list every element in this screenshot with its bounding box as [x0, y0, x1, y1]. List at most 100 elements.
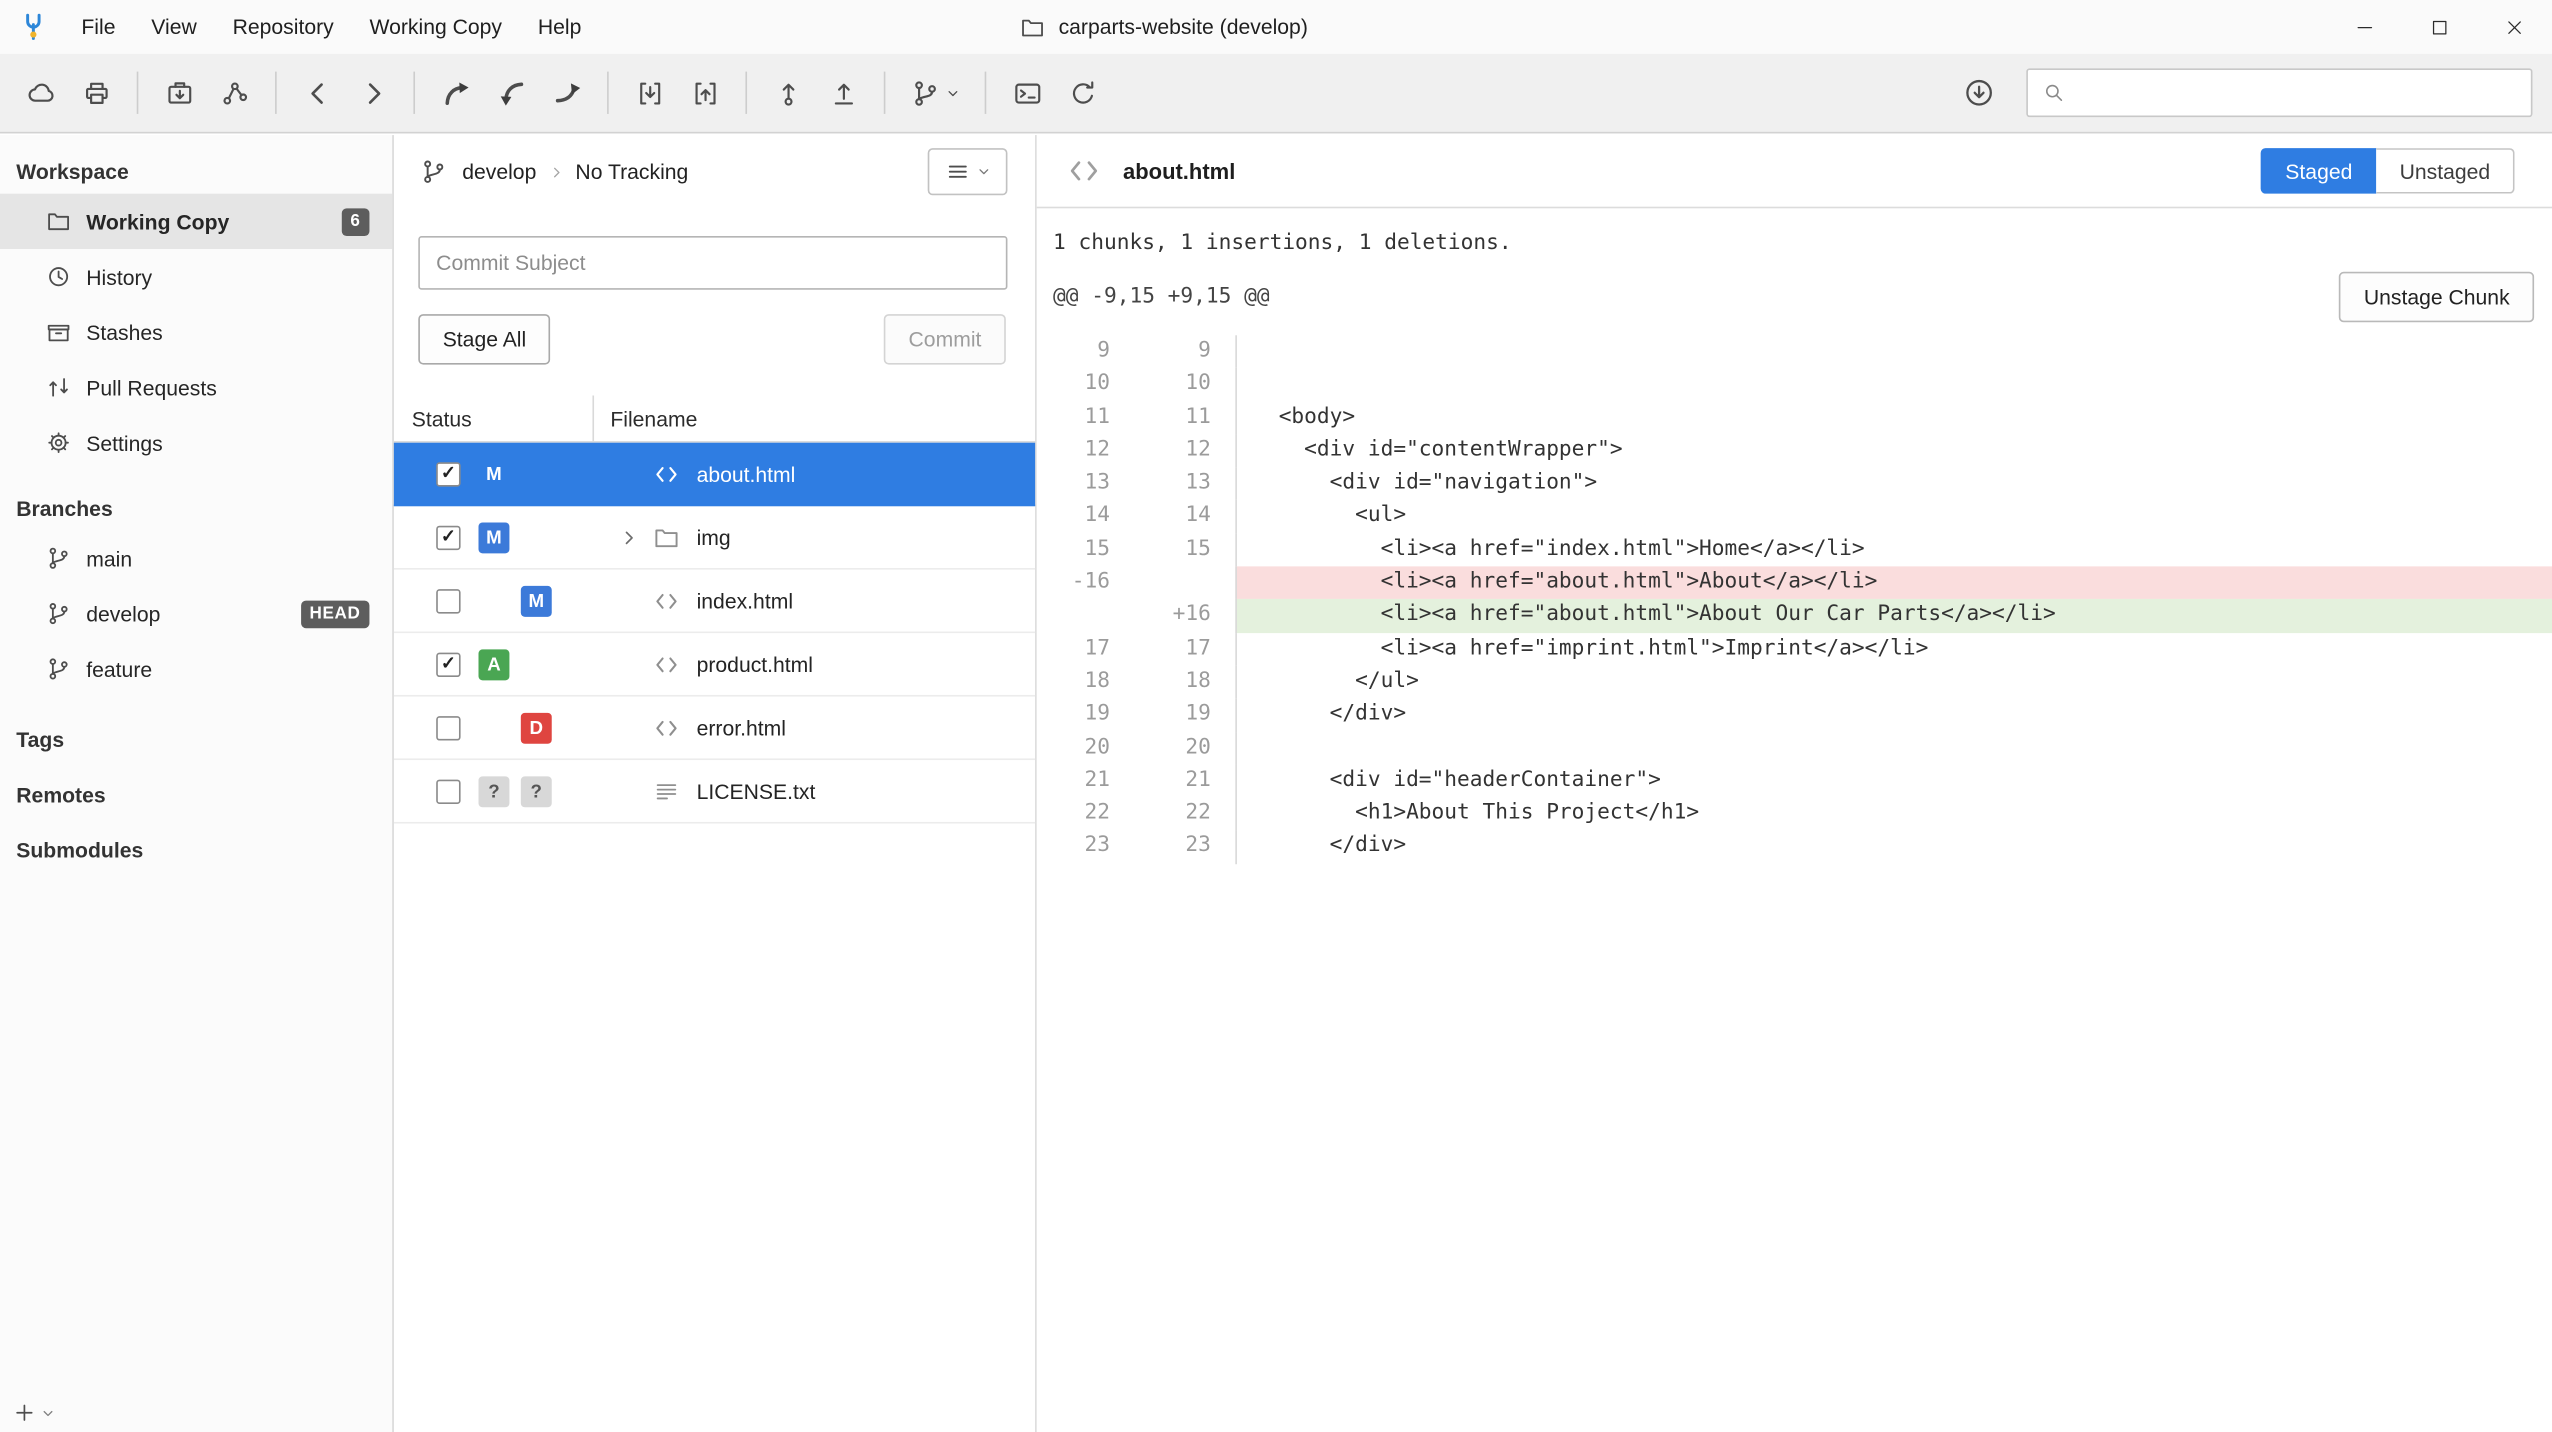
sidebar-item-working-copy[interactable]: Working Copy6 [0, 194, 392, 249]
download-button[interactable] [1955, 65, 2004, 120]
search-box[interactable] [2026, 68, 2532, 117]
commit-graph-button[interactable] [210, 65, 259, 120]
branch-icon [46, 601, 72, 627]
sidebar-item-label: develop [86, 601, 300, 625]
staged-tab[interactable]: Staged [2261, 148, 2377, 194]
new-line-number [1110, 567, 1211, 600]
stage-checkbox[interactable] [436, 462, 460, 486]
menu-repository[interactable]: Repository [215, 0, 352, 54]
status-badge-a: A [478, 649, 509, 680]
back-button[interactable] [293, 65, 342, 120]
stage-checkbox[interactable] [436, 780, 460, 804]
arrow-up-from-line-button[interactable] [819, 65, 868, 120]
sidebar-item-feature[interactable]: feature [0, 641, 392, 696]
diff-line: -16 <li><a href="about.html">About</a></… [1037, 567, 2552, 600]
file-name: img [697, 506, 731, 569]
remotes-section[interactable]: Remotes [0, 767, 392, 822]
terminal-icon [1012, 77, 1043, 108]
stage-all-button[interactable]: Stage All [418, 314, 550, 364]
stage-checkbox[interactable] [436, 589, 460, 613]
sidebar-item-develop[interactable]: developHEAD [0, 586, 392, 641]
branch-items: maindevelopHEADfeature [0, 531, 392, 697]
diff-line: 2020 [1037, 732, 2552, 765]
print-button[interactable] [72, 65, 121, 120]
fetch-icon [440, 77, 471, 108]
search-input[interactable] [2077, 81, 2516, 105]
menu-view[interactable]: View [133, 0, 214, 54]
stage-checkbox[interactable] [436, 716, 460, 740]
commit-options-button[interactable] [928, 148, 1008, 195]
close-button[interactable] [2477, 0, 2552, 54]
unstaged-tab[interactable]: Unstaged [2377, 148, 2515, 194]
forward-button[interactable] [348, 65, 397, 120]
sidebar-item-label: Settings [86, 430, 369, 454]
status-badge-m: M [521, 586, 552, 617]
history-icon [46, 264, 72, 290]
cloud-button[interactable] [16, 65, 65, 120]
stage-checkbox[interactable] [436, 653, 460, 677]
add-repo-button[interactable] [13, 1401, 55, 1424]
expander-chevron-icon[interactable] [618, 527, 639, 548]
maximize-button[interactable] [2402, 0, 2477, 54]
diff-line: 1010 [1037, 368, 2552, 401]
sidebar-item-stashes[interactable]: Stashes [0, 304, 392, 359]
pop-stash-button[interactable] [680, 65, 729, 120]
push-button[interactable] [542, 65, 591, 120]
old-line-number: 12 [1037, 434, 1110, 467]
file-row[interactable]: Derror.html [394, 697, 1035, 760]
hamburger-icon [945, 159, 969, 183]
sidebar-item-history[interactable]: History [0, 249, 392, 304]
git-flow-button[interactable] [902, 65, 969, 120]
new-line-number: 20 [1110, 732, 1211, 765]
menu-bar: FileViewRepositoryWorking CopyHelp [63, 0, 599, 54]
status-badge-untracked: ? [478, 776, 509, 807]
fetch-button[interactable] [431, 65, 480, 120]
menu-working-copy[interactable]: Working Copy [352, 0, 520, 54]
old-line-number: 22 [1037, 798, 1110, 831]
refresh-button[interactable] [1058, 65, 1107, 120]
code-text: <ul> [1235, 500, 2552, 533]
titlebar: FileViewRepositoryWorking CopyHelp carpa… [0, 0, 2552, 54]
file-row[interactable]: Aproduct.html [394, 633, 1035, 696]
terminal-button[interactable] [1003, 65, 1052, 120]
diff-header: about.html Staged Unstaged [1037, 135, 2552, 208]
file-name: about.html [697, 443, 796, 506]
pull-request-icon [46, 374, 72, 400]
code-text: <h1>About This Project</h1> [1235, 798, 2552, 831]
code-text: <div id="contentWrapper"> [1235, 434, 2552, 467]
new-line-number: 12 [1110, 434, 1211, 467]
menu-help[interactable]: Help [520, 0, 599, 54]
commit-graph-icon [219, 77, 250, 108]
current-branch-label: develop [462, 159, 536, 183]
new-line-number: 17 [1110, 633, 1211, 666]
open-repo-button[interactable] [155, 65, 204, 120]
submodules-section[interactable]: Submodules [0, 822, 392, 877]
file-row[interactable]: Mabout.html [394, 443, 1035, 506]
arrow-up-from-dot-button[interactable] [763, 65, 812, 120]
commit-button[interactable]: Commit [884, 314, 1006, 364]
code-file-icon [1066, 153, 1102, 189]
menu-file[interactable]: File [63, 0, 133, 54]
sidebar-item-settings[interactable]: Settings [0, 415, 392, 470]
tags-section[interactable]: Tags [0, 711, 392, 766]
diff-line: 2323 </div> [1037, 831, 2552, 864]
stage-checkbox[interactable] [436, 526, 460, 550]
file-row[interactable]: Mindex.html [394, 570, 1035, 633]
sidebar-item-main[interactable]: main [0, 531, 392, 586]
chevron-down-icon [976, 164, 991, 179]
unstage-chunk-button[interactable]: Unstage Chunk [2339, 271, 2534, 321]
code-text: </div> [1235, 699, 2552, 732]
file-row[interactable]: ??LICENSE.txt [394, 760, 1035, 823]
pull-button[interactable] [487, 65, 536, 120]
file-row[interactable]: Mimg [394, 506, 1035, 569]
commit-subject-input[interactable] [418, 236, 1007, 290]
stash-button[interactable] [625, 65, 674, 120]
old-line-number: 13 [1037, 467, 1110, 500]
code-text: <div id="headerContainer"> [1235, 765, 2552, 798]
code-icon [653, 714, 681, 742]
minimize-button[interactable] [2327, 0, 2402, 54]
download-icon [1963, 76, 1996, 109]
pop-stash-icon [689, 77, 720, 108]
old-line-number: 20 [1037, 732, 1110, 765]
sidebar-item-pull-requests[interactable]: Pull Requests [0, 360, 392, 415]
